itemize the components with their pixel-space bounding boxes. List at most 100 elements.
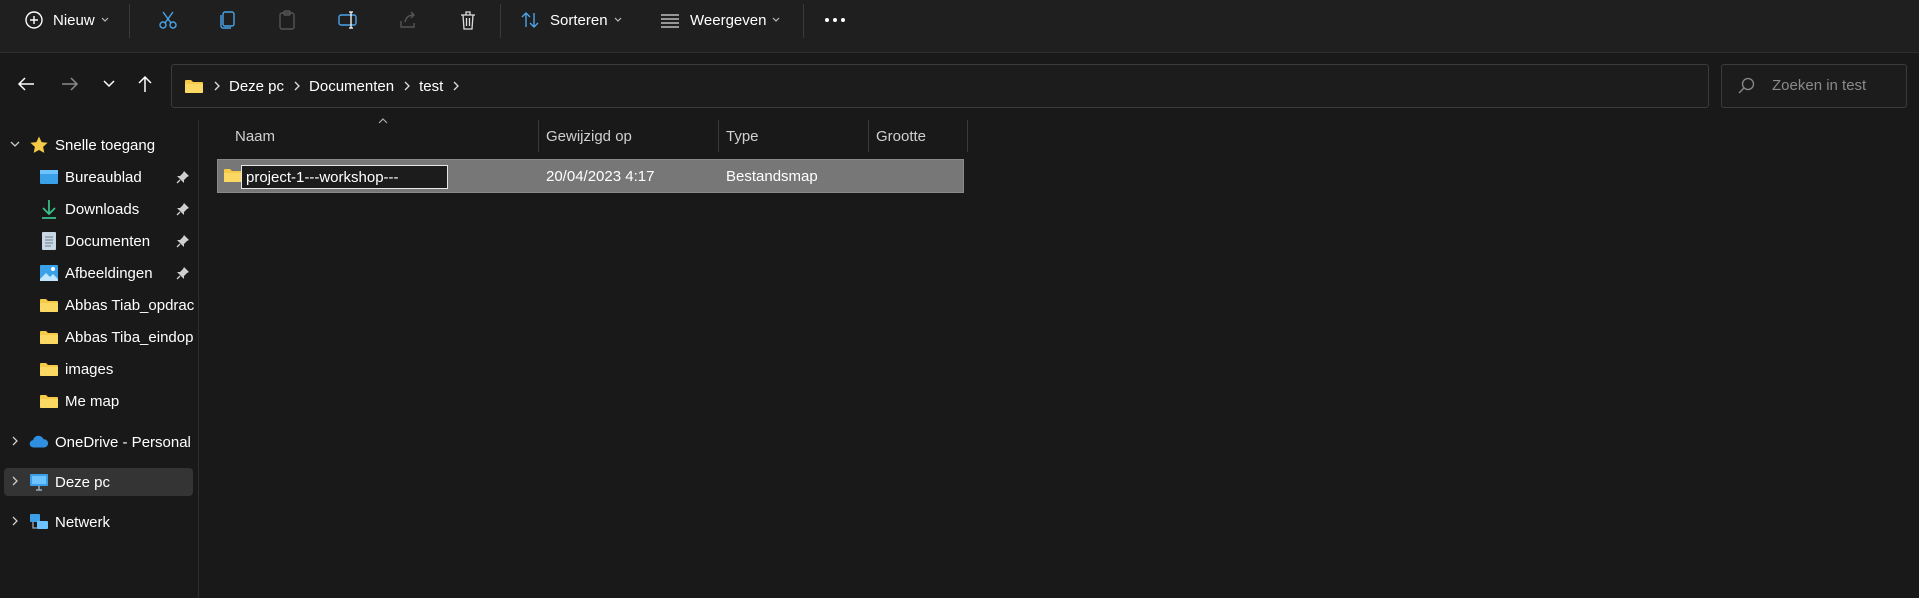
- view-button-label: Weergeven: [690, 11, 767, 29]
- share-button[interactable]: [397, 0, 419, 40]
- sidebar-item-abbas-tiab-opdrac[interactable]: Abbas Tiab_opdrac: [0, 291, 196, 319]
- delete-button[interactable]: [457, 0, 479, 40]
- desktop-icon: [39, 167, 59, 187]
- folder-icon: [224, 169, 242, 182]
- sort-button-label: Sorteren: [550, 11, 608, 29]
- search-box[interactable]: Zoeken in test: [1721, 64, 1907, 108]
- sidebar-item-network[interactable]: Netwerk: [0, 508, 196, 536]
- column-divider[interactable]: [967, 120, 968, 152]
- column-divider[interactable]: [868, 120, 869, 152]
- paste-button[interactable]: [276, 0, 298, 40]
- chevron-right-icon[interactable]: [453, 81, 460, 91]
- more-options-button[interactable]: [824, 0, 846, 40]
- search-placeholder: Zoeken in test: [1772, 77, 1867, 94]
- computer-icon: [29, 472, 49, 492]
- arrow-right-icon: [62, 77, 79, 91]
- table-row[interactable]: 20/04/2023 4:17 Bestandsmap: [217, 159, 964, 193]
- folder-icon: [39, 295, 59, 315]
- column-divider[interactable]: [538, 120, 539, 152]
- folder-icon: [39, 391, 59, 411]
- view-button[interactable]: Weergeven: [660, 0, 780, 40]
- new-button-label: Nieuw: [53, 11, 95, 29]
- chevron-right-icon[interactable]: [10, 436, 20, 446]
- rename-icon: [338, 11, 357, 29]
- more-icon: [825, 18, 845, 22]
- chevron-right-icon[interactable]: [10, 476, 20, 486]
- column-header-size[interactable]: Grootte: [876, 120, 926, 152]
- download-icon: [39, 199, 59, 219]
- cloud-icon: [29, 432, 49, 452]
- pictures-icon: [39, 263, 59, 283]
- sidebar-item-label: Abbas Tiab_opdrac: [65, 296, 195, 314]
- chevron-down-icon[interactable]: [10, 139, 20, 149]
- column-header-type[interactable]: Type: [726, 120, 759, 152]
- sidebar-item-pictures[interactable]: Afbeeldingen: [0, 259, 196, 287]
- sidebar-item-label: Afbeeldingen: [65, 264, 153, 282]
- sidebar-item-quick-access[interactable]: Snelle toegang: [0, 131, 196, 159]
- chevron-down-icon: [103, 80, 115, 88]
- column-header-name[interactable]: Naam: [235, 120, 275, 152]
- sidebar-item-label: Deze pc: [55, 473, 111, 491]
- address-bar[interactable]: Deze pc Documenten test: [171, 64, 1866, 108]
- sidebar-item-abbas-tiba-eindop[interactable]: Abbas Tiba_eindop: [0, 323, 196, 351]
- sidebar-item-label: Me map: [65, 392, 120, 410]
- sort-button[interactable]: Sorteren: [520, 0, 622, 40]
- sidebar-item-label: Documenten: [65, 232, 151, 250]
- up-button[interactable]: [131, 70, 159, 98]
- sidebar-item-downloads[interactable]: Downloads: [0, 195, 196, 223]
- folder-icon: [185, 80, 203, 93]
- document-icon: [39, 231, 59, 251]
- pane-divider[interactable]: [198, 120, 199, 598]
- trash-icon: [461, 11, 475, 30]
- chevron-right-icon[interactable]: [10, 516, 20, 526]
- sidebar-item-label: Downloads: [65, 200, 140, 218]
- sort-ascending-icon: [378, 118, 388, 124]
- scissors-icon: [159, 11, 177, 29]
- toolbar-divider: [129, 4, 130, 38]
- folder-icon: [39, 359, 59, 379]
- pin-icon[interactable]: [176, 202, 190, 216]
- new-button[interactable]: Nieuw: [24, 0, 109, 40]
- breadcrumb: Deze pc Documenten test: [184, 65, 468, 107]
- sort-icon: [521, 12, 539, 28]
- sidebar-item-documents[interactable]: Documenten: [0, 227, 196, 255]
- rename-button[interactable]: [337, 0, 359, 40]
- rename-input[interactable]: [241, 165, 448, 189]
- sidebar-item-label: Bureaublad: [65, 168, 142, 186]
- sidebar-item-me-map[interactable]: Me map: [0, 387, 196, 415]
- breadcrumb-item-this-pc[interactable]: Deze pc: [229, 78, 284, 95]
- column-divider[interactable]: [718, 120, 719, 152]
- chevron-right-icon: [214, 81, 220, 91]
- folder-icon: [39, 327, 59, 347]
- sidebar-item-label: Netwerk: [55, 513, 111, 531]
- sidebar-item-label: Abbas Tiba_eindop: [65, 328, 194, 346]
- clipboard-icon: [279, 10, 295, 30]
- pin-icon[interactable]: [176, 266, 190, 280]
- column-header-modified[interactable]: Gewijzigd op: [546, 120, 632, 152]
- sidebar-item-images[interactable]: images: [0, 355, 196, 383]
- cut-button[interactable]: [157, 0, 179, 40]
- star-icon: [29, 135, 49, 155]
- back-button[interactable]: [12, 70, 40, 98]
- chevron-right-icon[interactable]: [404, 81, 411, 91]
- recent-locations-button[interactable]: [95, 70, 123, 98]
- toolbar-divider: [803, 4, 804, 38]
- pin-icon[interactable]: [176, 234, 190, 248]
- sidebar-item-label: Snelle toegang: [55, 136, 156, 154]
- plus-circle-icon: [25, 11, 43, 29]
- list-view-icon: [661, 14, 679, 28]
- chevron-down-icon: [614, 17, 621, 22]
- chevron-down-icon: [101, 17, 109, 22]
- forward-button[interactable]: [56, 70, 84, 98]
- pin-icon[interactable]: [176, 170, 190, 184]
- arrow-left-icon: [17, 77, 34, 91]
- copy-button[interactable]: [216, 0, 238, 40]
- breadcrumb-item-test[interactable]: test: [419, 78, 443, 95]
- sidebar-item-desktop[interactable]: Bureaublad: [0, 163, 196, 191]
- command-bar: Nieuw Sorteren Weergeven: [0, 0, 1919, 53]
- arrow-up-icon: [138, 75, 152, 92]
- breadcrumb-item-documents[interactable]: Documenten: [309, 78, 394, 95]
- sidebar-item-onedrive[interactable]: OneDrive - Personal: [0, 428, 196, 456]
- sidebar-item-this-pc[interactable]: Deze pc: [4, 468, 193, 496]
- chevron-right-icon[interactable]: [294, 81, 300, 91]
